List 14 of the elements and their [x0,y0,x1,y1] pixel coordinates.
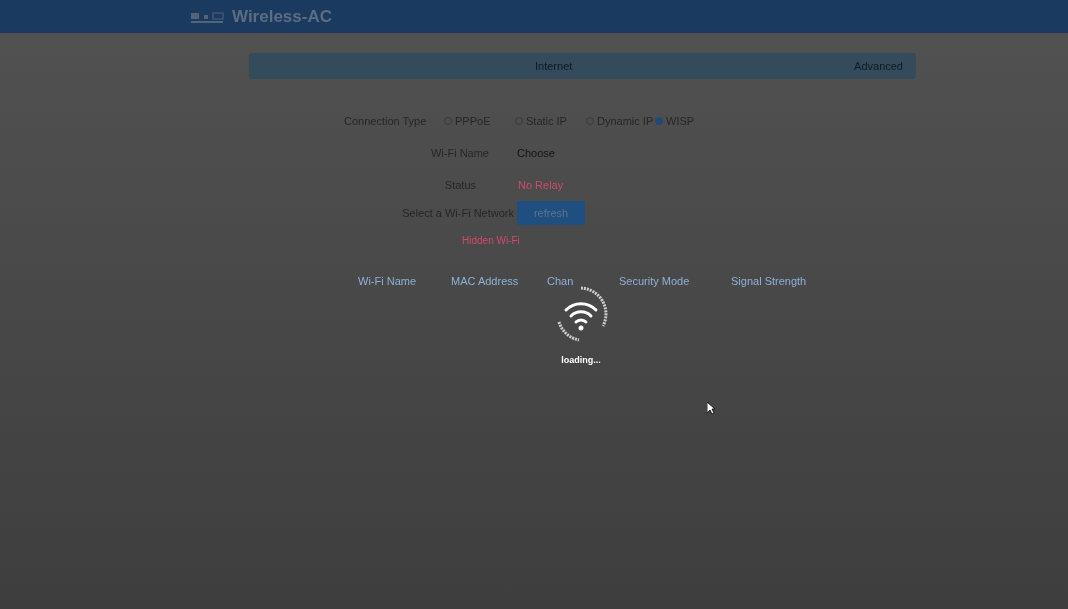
status-value: No Relay [518,177,564,193]
brand-logo-icon [190,9,226,24]
column-header: MAC Address [451,274,520,289]
mouse-cursor-icon [707,402,716,415]
refresh-button[interactable]: refresh [517,201,585,225]
nav-tab[interactable]: Advanced [854,57,903,75]
column-header: Security Mode [619,274,691,289]
hidden-wifi-link[interactable]: Hidden Wi-Fi [462,233,520,248]
nav-tab[interactable]: Internet [535,57,573,75]
logo-text: Wireless-AC [232,5,332,28]
column-header: Signal Strength [731,274,807,289]
loading-text: loading... [561,354,601,367]
column-header: Wi-Fi Name [358,274,418,289]
column-header: Chan [547,274,575,289]
